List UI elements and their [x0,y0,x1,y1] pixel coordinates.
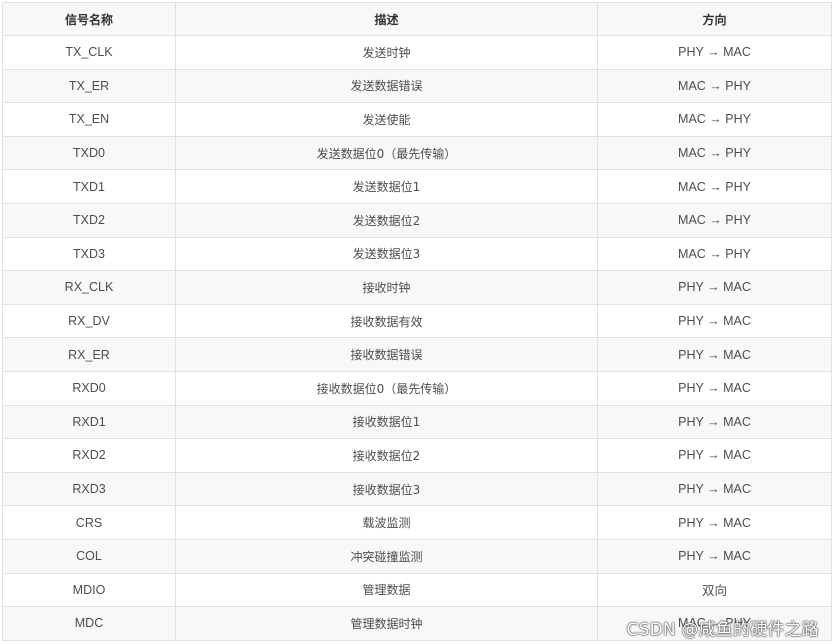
signal-name-cell: CRS [2,505,176,540]
direction-cell: PHY → MAC [597,337,832,372]
description-cell: 发送数据位2 [175,202,598,238]
signal-name-cell: TXD2 [2,202,176,238]
description-cell: 发送数据位0（最先传输） [175,135,598,171]
direction-cell: PHY → MAC [597,471,832,507]
signal-table-container: 信号名称 描述 方向 TX_CLK 发送时钟 PHY → MAC TX_ER 发送数据错… [2,2,832,641]
table-row: TXD1 发送数据位1 MAC → PHY [2,169,832,204]
description-cell: 发送使能 [175,102,598,137]
description-cell: 管理数据时钟 [175,606,598,641]
description-cell: 接收数据有效 [175,303,598,339]
description-cell: 发送数据错误 [175,68,598,104]
header-row: 信号名称 描述 方向 [2,2,832,36]
signal-name-cell: RXD1 [2,404,176,440]
direction-cell: MAC → PHY [597,135,832,171]
signal-name-cell: RX_ER [2,337,176,372]
table-row: RXD0 接收数据位0（最先传输） PHY → MAC [2,370,832,406]
signal-name-cell: MDIO [2,572,176,608]
description-cell: 接收数据位1 [175,404,598,440]
direction-cell: MAC → PHY [597,236,832,272]
signal-name-cell: RXD3 [2,471,176,507]
table-row: RX_ER 接收数据错误 PHY → MAC [2,337,832,372]
signal-name-cell: TXD1 [2,169,176,204]
direction-cell: PHY → MAC [597,404,832,440]
direction-cell: PHY → MAC [597,270,832,305]
description-cell: 接收数据位3 [175,471,598,507]
header-signal-name: 信号名称 [2,2,176,36]
table-row: TXD0 发送数据位0（最先传输） MAC → PHY [2,135,832,171]
table-row: MDIO 管理数据 双向 [2,572,832,608]
description-cell: 载波监测 [175,505,598,540]
table-row: RXD3 接收数据位3 PHY → MAC [2,471,832,507]
table-body: TX_CLK 发送时钟 PHY → MAC TX_ER 发送数据错误 MAC → PHY T… [2,35,832,641]
table-row: CRS 载波监测 PHY → MAC [2,505,832,540]
signal-name-cell: RX_CLK [2,270,176,305]
header-description: 描述 [175,2,598,36]
csdn-watermark: CSDN @咸鱼的硬件之路 [626,620,819,640]
table-row: TXD2 发送数据位2 MAC → PHY [2,202,832,238]
header-direction: 方向 [597,2,832,36]
signal-name-cell: TX_ER [2,68,176,104]
signal-name-cell: MDC [2,606,176,641]
description-cell: 冲突碰撞监测 [175,538,598,574]
direction-cell: MAC → PHY [597,68,832,104]
direction-cell: PHY → MAC [597,35,832,70]
direction-cell: MAC → PHY [597,202,832,238]
description-cell: 接收数据错误 [175,337,598,372]
direction-cell: 双向 [597,572,832,608]
table-row: TXD3 发送数据位3 MAC → PHY [2,236,832,272]
signal-name-cell: TX_EN [2,102,176,137]
table-row: RX_DV 接收数据有效 PHY → MAC [2,303,832,339]
signal-name-cell: RX_DV [2,303,176,339]
signal-table: 信号名称 描述 方向 TX_CLK 发送时钟 PHY → MAC TX_ER 发送数据错… [2,2,832,641]
description-cell: 管理数据 [175,572,598,608]
table-row: RXD2 接收数据位2 PHY → MAC [2,438,832,473]
description-cell: 发送数据位1 [175,169,598,204]
table-row: TX_EN 发送使能 MAC → PHY [2,102,832,137]
signal-name-cell: TXD0 [2,135,176,171]
table-row: COL 冲突碰撞监测 PHY → MAC [2,538,832,574]
direction-cell: PHY → MAC [597,438,832,473]
table-header: 信号名称 描述 方向 [2,2,832,36]
signal-name-cell: TXD3 [2,236,176,272]
description-cell: 发送时钟 [175,35,598,70]
signal-name-cell: TX_CLK [2,35,176,70]
signal-name-cell: RXD2 [2,438,176,473]
description-cell: 接收数据位2 [175,438,598,473]
direction-cell: MAC → PHY [597,102,832,137]
description-cell: 接收数据位0（最先传输） [175,370,598,406]
direction-cell: PHY → MAC [597,505,832,540]
direction-cell: PHY → MAC [597,303,832,339]
direction-cell: MAC → PHY [597,169,832,204]
table-row: RX_CLK 接收时钟 PHY → MAC [2,270,832,305]
signal-name-cell: COL [2,538,176,574]
direction-cell: PHY → MAC [597,538,832,574]
table-row: TX_ER 发送数据错误 MAC → PHY [2,68,832,104]
table-row: TX_CLK 发送时钟 PHY → MAC [2,35,832,70]
description-cell: 发送数据位3 [175,236,598,272]
description-cell: 接收时钟 [175,270,598,305]
signal-name-cell: RXD0 [2,370,176,406]
direction-cell: PHY → MAC [597,370,832,406]
table-row: RXD1 接收数据位1 PHY → MAC [2,404,832,440]
